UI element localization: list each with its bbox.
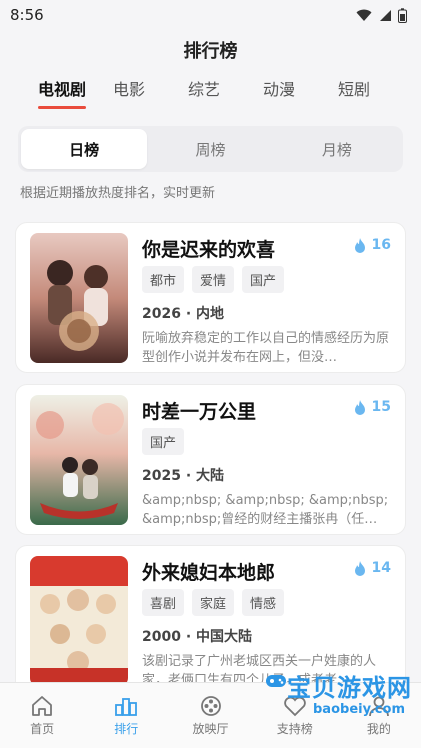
tag: 喜剧	[142, 589, 185, 616]
page-title: 排行榜	[183, 41, 238, 62]
tag: 爱情	[192, 266, 235, 293]
status-bar: 8:56	[0, 0, 421, 30]
ranking-card[interactable]: 时差一万公里 15 国产 2025 · 大陆 &amp;nbsp; &amp;n…	[15, 384, 406, 535]
category-tabs: 电视剧 电影 综艺 动漫 短剧	[0, 70, 421, 126]
poster-image[interactable]	[30, 233, 128, 363]
item-meta: 2026 · 内地	[142, 306, 225, 322]
item-meta: 2000 · 中国大陆	[142, 629, 253, 645]
ranking-icon	[115, 697, 138, 716]
watermark-title: 宝贝游戏网	[287, 674, 412, 702]
nav-ranking[interactable]: 排行	[84, 683, 168, 748]
battery-icon	[398, 7, 407, 23]
rank-value: 15	[371, 399, 391, 415]
rank-badge: 15	[354, 399, 391, 415]
nav-label: 放映厅	[192, 721, 229, 736]
rank-value: 16	[371, 237, 391, 253]
period-monthly[interactable]: 月榜	[274, 129, 400, 169]
film-reel-icon	[200, 695, 221, 716]
tab-short-drama[interactable]: 短剧	[316, 76, 391, 100]
tag-list: 都市 爱情 国产	[142, 266, 285, 293]
period-daily[interactable]: 日榜	[21, 129, 148, 169]
signal-icon	[380, 9, 391, 21]
poster-image[interactable]	[30, 395, 128, 525]
status-time: 8:56	[10, 6, 44, 24]
item-title[interactable]: 时差一万公里	[142, 397, 256, 424]
tag: 情感	[242, 589, 285, 616]
flame-icon	[354, 237, 365, 253]
flame-icon	[354, 560, 365, 576]
flame-icon	[354, 399, 365, 415]
ranking-card[interactable]: 你是迟来的欢喜 16 都市 爱情 国产 2026 · 内地 阮喻放弃稳定的工作以…	[15, 222, 406, 373]
gamepad-icon	[266, 675, 286, 687]
wifi-icon	[356, 9, 372, 21]
tab-anime[interactable]: 动漫	[241, 76, 316, 100]
rank-value: 14	[371, 560, 391, 576]
tag-list: 喜剧 家庭 情感	[142, 589, 285, 616]
nav-screening-hall[interactable]: 放映厅	[168, 683, 252, 748]
tab-variety[interactable]: 综艺	[166, 76, 241, 100]
tag: 国产	[242, 266, 285, 293]
item-title[interactable]: 外来媳妇本地郎	[142, 558, 275, 585]
tab-movies[interactable]: 电影	[91, 76, 166, 100]
ranking-hint: 根据近期播放热度排名，实时更新	[20, 186, 216, 201]
watermark-url: baobeiy.com	[313, 702, 405, 717]
status-icons	[356, 7, 407, 23]
rank-badge: 16	[354, 237, 391, 253]
period-weekly[interactable]: 周榜	[147, 129, 273, 169]
nav-label: 排行	[114, 721, 139, 736]
tag: 都市	[142, 266, 185, 293]
rank-badge: 14	[354, 560, 391, 576]
period-switcher: 日榜 周榜 月榜	[18, 126, 403, 172]
tag: 国产	[142, 428, 185, 455]
nav-label: 首页	[30, 721, 55, 736]
nav-home[interactable]: 首页	[0, 683, 84, 748]
home-icon	[32, 695, 52, 716]
item-meta: 2025 · 大陆	[142, 468, 225, 484]
tag-list: 国产	[142, 428, 185, 455]
poster-image[interactable]	[30, 556, 128, 686]
tab-tv-series[interactable]: 电视剧	[16, 76, 91, 109]
watermark: 宝贝游戏网 baobeiy.com	[265, 668, 415, 728]
item-title[interactable]: 你是迟来的欢喜	[142, 235, 275, 262]
item-description: &amp;nbsp; &amp;nbsp; &amp;nbsp; &amp;nb…	[142, 493, 389, 527]
item-description: 阮喻放弃稳定的工作以自己的情感经历为原型创作小说并发布在网上，但没…	[142, 331, 390, 365]
tag: 家庭	[192, 589, 235, 616]
